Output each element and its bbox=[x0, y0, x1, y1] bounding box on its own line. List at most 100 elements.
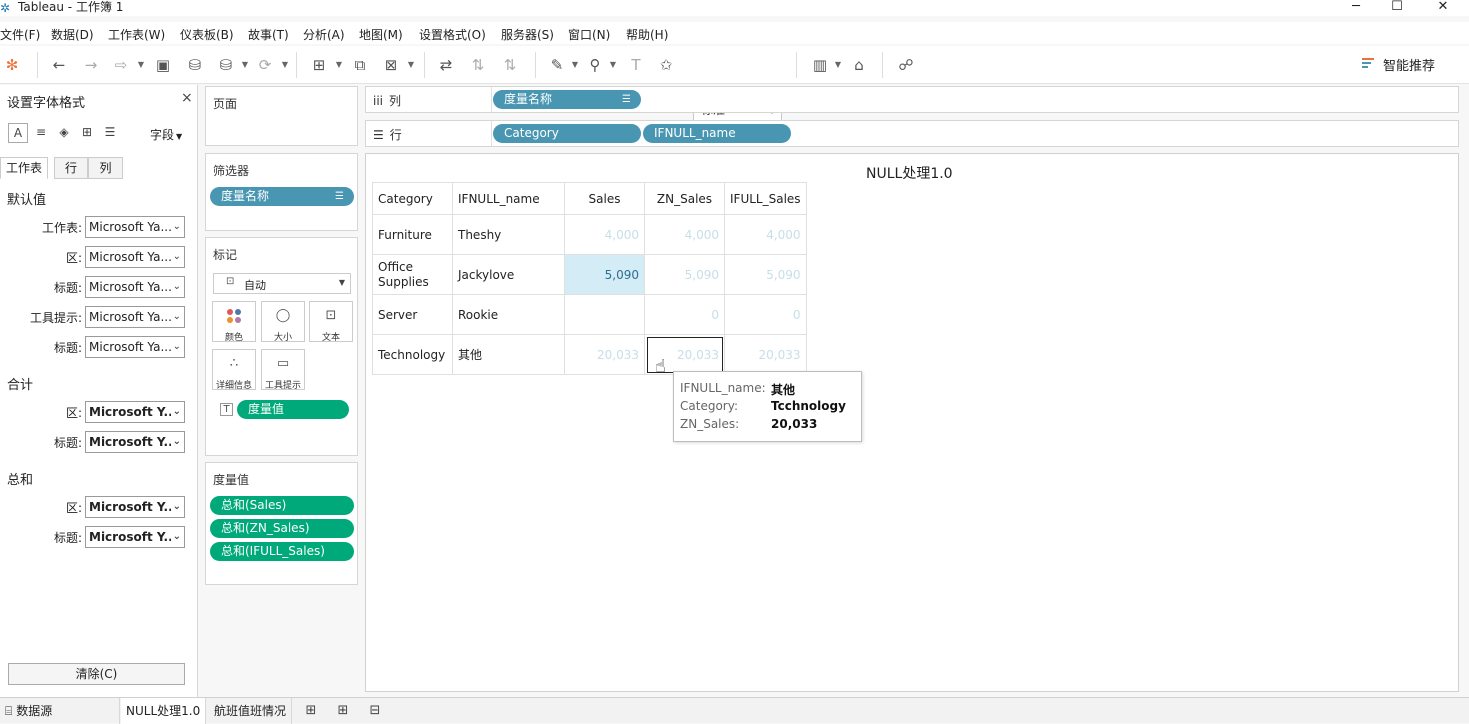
header-ifnull-name[interactable]: IFNULL_name bbox=[452, 182, 565, 215]
marks-pill-measure-values[interactable]: 度量值 bbox=[237, 400, 349, 419]
default-title-font-select[interactable]: Microsoft Ya... ⌄ bbox=[85, 336, 185, 358]
clear-dropdown-icon[interactable]: ▼ bbox=[407, 54, 415, 76]
cell-name[interactable]: Theshy bbox=[452, 214, 565, 255]
new-worksheet-dropdown-icon[interactable]: ▼ bbox=[335, 54, 343, 76]
cell-sales[interactable]: 20,033 bbox=[564, 334, 645, 375]
menu-file[interactable]: 文件(F) bbox=[0, 26, 40, 43]
show-cards-dropdown-icon[interactable]: ▼ bbox=[834, 54, 842, 76]
pause-dropdown-icon[interactable]: ▼ bbox=[241, 54, 249, 76]
text-mark-button[interactable]: ⊡ 文本 bbox=[309, 301, 353, 343]
menu-help[interactable]: 帮助(H) bbox=[626, 26, 668, 43]
tab-worksheet[interactable]: 工作表 bbox=[0, 157, 48, 179]
cell-ifull-sales[interactable]: 0 bbox=[724, 294, 807, 335]
cell-sales-selected[interactable]: 5,090 bbox=[564, 254, 645, 295]
font-icon[interactable]: A bbox=[8, 123, 28, 143]
cell-ifull-sales[interactable]: 20,033 bbox=[724, 334, 807, 375]
cell-category[interactable]: Server bbox=[372, 294, 453, 335]
fix-axes-icon[interactable]: ✩ bbox=[654, 54, 678, 76]
save-icon[interactable]: ▣ bbox=[151, 54, 175, 76]
cell-name[interactable]: Rookie bbox=[452, 294, 565, 335]
swap-rows-columns-icon[interactable]: ⇄ bbox=[434, 54, 458, 76]
sheet-tab-null[interactable]: NULL处理1.0 bbox=[121, 698, 207, 724]
filter-pill-measure-names[interactable]: 度量名称 ☰ bbox=[210, 187, 354, 206]
tooltip-mark-button[interactable]: ▭ 工具提示 bbox=[261, 349, 305, 391]
menu-dashboard[interactable]: 仪表板(B) bbox=[180, 26, 234, 43]
cell-sales[interactable]: 4,000 bbox=[564, 214, 645, 255]
redo-icon[interactable]: → bbox=[79, 54, 103, 76]
undo-icon[interactable]: ← bbox=[47, 54, 71, 76]
columns-shelf[interactable]: iii 列 度量名称 ☰ bbox=[365, 86, 1459, 113]
menu-worksheet[interactable]: 工作表(W) bbox=[108, 26, 165, 43]
cell-zn-sales[interactable]: 5,090 bbox=[644, 254, 725, 295]
header-zn-sales[interactable]: ZN_Sales bbox=[644, 182, 725, 215]
menu-data[interactable]: 数据(D) bbox=[51, 26, 94, 43]
mark-type-select[interactable]: ⊡ 自动 ▼ bbox=[213, 273, 351, 294]
new-story-icon[interactable]: ⊟ bbox=[364, 701, 386, 721]
minimize-icon[interactable]: ─ bbox=[1341, 0, 1371, 16]
sort-ascending-icon[interactable]: ⇅ bbox=[466, 54, 490, 76]
default-pane-font-select[interactable]: Microsoft Ya... ⌄ bbox=[85, 246, 185, 268]
refresh-dropdown-icon[interactable]: ▼ bbox=[281, 54, 289, 76]
cell-sales[interactable] bbox=[564, 294, 645, 335]
default-worksheet-font-select[interactable]: Microsoft Ya... ⌄ bbox=[85, 216, 185, 238]
group-icon[interactable]: ⚲ bbox=[583, 54, 607, 76]
cell-name[interactable]: 其他 bbox=[452, 334, 565, 375]
menu-window[interactable]: 窗口(N) bbox=[568, 26, 610, 43]
cell-category[interactable]: Technology bbox=[372, 334, 453, 375]
cell-name[interactable]: Jackylove bbox=[452, 254, 565, 295]
smart-recommend-button[interactable]: 智能推荐 bbox=[1362, 55, 1435, 74]
default-header-font-select[interactable]: Microsoft Ya... ⌄ bbox=[85, 276, 185, 298]
rows-pill-ifnull-name[interactable]: IFNULL_name bbox=[643, 124, 791, 143]
alignment-icon[interactable]: ≡ bbox=[31, 123, 51, 143]
cell-ifull-sales[interactable]: 5,090 bbox=[724, 254, 807, 295]
clear-sheet-icon[interactable]: ⊠ bbox=[379, 54, 403, 76]
replay-icon[interactable]: ⇨ bbox=[109, 54, 133, 76]
grand-pane-font-select[interactable]: Microsoft Y... ⌄ bbox=[85, 496, 185, 518]
menu-story[interactable]: 故事(T) bbox=[248, 26, 289, 43]
rows-pill-category[interactable]: Category bbox=[493, 124, 641, 143]
measure-pill-ifull-sales[interactable]: 总和(IFULL_Sales) bbox=[210, 542, 354, 561]
measure-pill-sales[interactable]: 总和(Sales) bbox=[210, 496, 354, 515]
color-mark-button[interactable]: 颜色 bbox=[212, 301, 256, 343]
totals-header-font-select[interactable]: Microsoft Y... ⌄ bbox=[85, 431, 185, 453]
menu-analysis[interactable]: 分析(A) bbox=[303, 26, 345, 43]
new-dashboard-icon[interactable]: ⊞ bbox=[332, 701, 354, 721]
cell-category[interactable]: Furniture bbox=[372, 214, 453, 255]
shading-icon[interactable]: ◈ bbox=[54, 123, 74, 143]
header-sales[interactable]: Sales bbox=[564, 182, 645, 215]
highlight-icon[interactable]: ✎ bbox=[545, 54, 569, 76]
group-dropdown-icon[interactable]: ▼ bbox=[609, 54, 617, 76]
highlight-dropdown-icon[interactable]: ▼ bbox=[571, 54, 579, 76]
default-tooltip-font-select[interactable]: Microsoft Ya... ⌄ bbox=[85, 306, 185, 328]
menu-format[interactable]: 设置格式(O) bbox=[419, 26, 486, 43]
duplicate-icon[interactable]: ⧉ bbox=[348, 54, 372, 76]
tab-columns[interactable]: 列 bbox=[88, 157, 123, 179]
cell-ifull-sales[interactable]: 4,000 bbox=[724, 214, 807, 255]
menu-map[interactable]: 地图(M) bbox=[359, 26, 403, 43]
maximize-icon[interactable]: ☐ bbox=[1382, 0, 1412, 16]
columns-pill-measure-names[interactable]: 度量名称 ☰ bbox=[493, 90, 641, 109]
cell-zn-sales[interactable]: 0 bbox=[644, 294, 725, 335]
replay-dropdown-icon[interactable]: ▼ bbox=[137, 54, 145, 76]
clear-button[interactable]: 清除(C) bbox=[8, 663, 185, 685]
sort-descending-icon[interactable]: ⇅ bbox=[498, 54, 522, 76]
datasource-tab[interactable]: ⌸ 数据源 bbox=[0, 698, 120, 724]
presentation-mode-icon[interactable]: ⌂ bbox=[847, 54, 871, 76]
cell-category[interactable]: Office Supplies bbox=[372, 254, 453, 295]
tableau-start-icon[interactable]: ✻ bbox=[0, 54, 24, 76]
tab-rows[interactable]: 行 bbox=[54, 157, 88, 179]
pause-updates-icon[interactable]: ⛁ bbox=[214, 54, 238, 76]
cell-zn-sales[interactable]: 4,000 bbox=[644, 214, 725, 255]
menu-server[interactable]: 服务器(S) bbox=[501, 26, 554, 43]
size-mark-button[interactable]: ◯ 大小 bbox=[261, 301, 305, 343]
new-worksheet-icon[interactable]: ⊞ bbox=[300, 701, 322, 721]
rows-shelf[interactable]: ☰ 行 Category IFNULL_name bbox=[365, 120, 1459, 147]
new-datasource-icon[interactable]: ⛁ bbox=[183, 54, 207, 76]
show-labels-icon[interactable]: T bbox=[624, 54, 648, 76]
header-ifull-sales[interactable]: IFULL_Sales bbox=[724, 182, 807, 215]
totals-pane-font-select[interactable]: Microsoft Y... ⌄ bbox=[85, 401, 185, 423]
close-icon[interactable]: × bbox=[181, 90, 193, 106]
sheet-tab-flight[interactable]: 航班值班情况 bbox=[209, 698, 293, 724]
measure-pill-zn-sales[interactable]: 总和(ZN_Sales) bbox=[210, 519, 354, 538]
new-worksheet-icon[interactable]: ⊞ bbox=[307, 54, 331, 76]
